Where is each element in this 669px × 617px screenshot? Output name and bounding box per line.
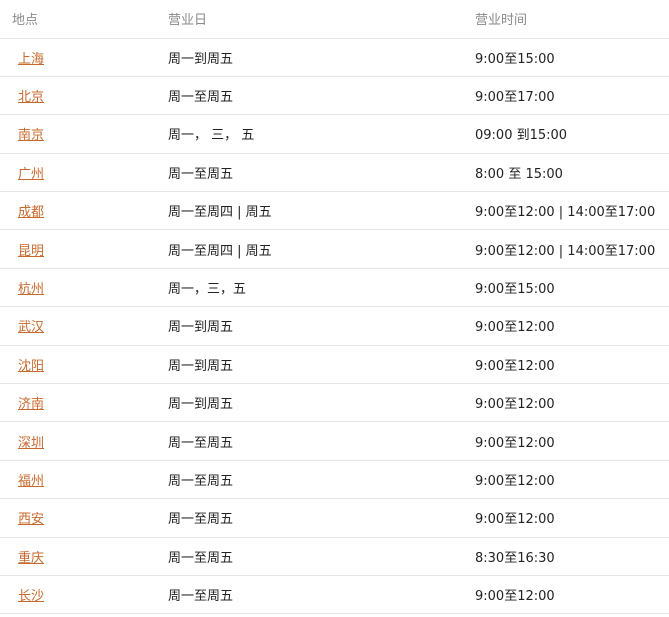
business-days-cell: 周一至周五	[156, 153, 463, 193]
city-link[interactable]: 沈阳	[18, 359, 44, 374]
table-row: 沈阳 周一到周五 9:00至12:00	[0, 345, 669, 385]
table-row: 成都 周一至周四 | 周五 9:00至12:00 | 14:00至17:00	[0, 191, 669, 231]
location-cell: 广州	[0, 153, 156, 193]
city-link[interactable]: 福州	[18, 474, 44, 489]
table-row: 济南 周一到周五 9:00至12:00	[0, 383, 669, 423]
business-hours-cell: 8:30至16:30	[463, 537, 669, 576]
table-row: 福州 周一至周五 9:00至12:00	[0, 460, 669, 500]
column-header-hours: 营业时间	[463, 0, 669, 39]
location-cell: 上海	[0, 38, 156, 77]
location-cell: 西安	[0, 498, 156, 538]
business-days-cell: 周一， 三， 五	[156, 114, 463, 154]
business-hours-table: 地点 营业日 营业时间 上海 周一到周五 9:00至15:00 北京 周一至周五 9:00…	[0, 0, 669, 615]
location-cell: 北京	[0, 76, 156, 116]
table-row: 南京 周一， 三， 五 09:00 到15:00	[0, 114, 669, 154]
column-header-days: 营业日	[156, 0, 463, 39]
table-row: 重庆 周一至周五 8:30至16:30	[0, 537, 669, 576]
business-hours-cell: 9:00至15:00	[463, 38, 669, 77]
business-hours-cell: 9:00至12:00	[463, 498, 669, 538]
table-row: 昆明 周一至周四 | 周五 9:00至12:00 | 14:00至17:00	[0, 229, 669, 269]
location-cell: 深圳	[0, 421, 156, 461]
location-cell: 重庆	[0, 537, 156, 576]
column-header-location: 地点	[0, 0, 156, 39]
city-link[interactable]: 西安	[18, 512, 44, 527]
business-days-cell: 周一至周五	[156, 460, 463, 500]
table-row: 长沙 周一至周五 9:00至12:00	[0, 575, 669, 615]
business-hours-cell: 9:00至15:00	[463, 268, 669, 308]
business-hours-cell: 9:00至17:00	[463, 76, 669, 116]
location-cell: 南京	[0, 114, 156, 154]
business-days-cell: 周一到周五	[156, 383, 463, 423]
location-cell: 昆明	[0, 229, 156, 269]
table-body: 上海 周一到周五 9:00至15:00 北京 周一至周五 9:00至17:00 南京 周一， …	[0, 38, 669, 615]
table-row: 广州 周一至周五 8:00 至 15:00	[0, 153, 669, 193]
table-row: 上海 周一到周五 9:00至15:00	[0, 38, 669, 77]
business-days-cell: 周一到周五	[156, 306, 463, 346]
business-hours-cell: 09:00 到15:00	[463, 114, 669, 154]
location-cell: 成都	[0, 191, 156, 231]
city-link[interactable]: 杭州	[18, 282, 44, 297]
table-row: 武汉 周一到周五 9:00至12:00	[0, 306, 669, 346]
business-hours-cell: 9:00至12:00	[463, 575, 669, 615]
city-link[interactable]: 长沙	[18, 589, 44, 604]
business-hours-cell: 9:00至12:00 | 14:00至17:00	[463, 229, 669, 269]
business-days-cell: 周一至周四 | 周五	[156, 229, 463, 269]
business-hours-cell: 9:00至12:00	[463, 460, 669, 500]
business-hours-cell: 9:00至12:00	[463, 383, 669, 423]
business-hours-cell: 8:00 至 15:00	[463, 153, 669, 193]
business-hours-cell: 9:00至12:00	[463, 421, 669, 461]
location-cell: 沈阳	[0, 345, 156, 385]
location-cell: 济南	[0, 383, 156, 423]
city-link[interactable]: 武汉	[18, 320, 44, 335]
business-days-cell: 周一至周五	[156, 76, 463, 116]
table-row: 北京 周一至周五 9:00至17:00	[0, 76, 669, 116]
business-days-cell: 周一至周五	[156, 498, 463, 538]
business-days-cell: 周一至周五	[156, 575, 463, 615]
city-link[interactable]: 广州	[18, 167, 44, 182]
business-hours-cell: 9:00至12:00 | 14:00至17:00	[463, 191, 669, 231]
business-hours-cell: 9:00至12:00	[463, 345, 669, 385]
city-link[interactable]: 深圳	[18, 436, 44, 451]
location-cell: 武汉	[0, 306, 156, 346]
table-header: 地点 营业日 营业时间	[0, 0, 669, 39]
location-cell: 福州	[0, 460, 156, 500]
city-link[interactable]: 南京	[18, 128, 44, 143]
city-link[interactable]: 重庆	[18, 551, 44, 566]
business-days-cell: 周一，三，五	[156, 268, 463, 308]
table-row: 深圳 周一至周五 9:00至12:00	[0, 421, 669, 461]
city-link[interactable]: 上海	[18, 52, 44, 67]
business-days-cell: 周一到周五	[156, 345, 463, 385]
city-link[interactable]: 北京	[18, 90, 44, 105]
business-days-cell: 周一至周五	[156, 421, 463, 461]
city-link[interactable]: 济南	[18, 397, 44, 412]
city-link[interactable]: 昆明	[18, 244, 44, 259]
business-days-cell: 周一至周四 | 周五	[156, 191, 463, 231]
business-hours-cell: 9:00至12:00	[463, 306, 669, 346]
business-days-cell: 周一至周五	[156, 537, 463, 576]
location-cell: 长沙	[0, 575, 156, 615]
city-link[interactable]: 成都	[18, 205, 44, 220]
business-days-cell: 周一到周五	[156, 38, 463, 77]
table-row: 杭州 周一，三，五 9:00至15:00	[0, 268, 669, 308]
table-row: 西安 周一至周五 9:00至12:00	[0, 498, 669, 538]
location-cell: 杭州	[0, 268, 156, 308]
